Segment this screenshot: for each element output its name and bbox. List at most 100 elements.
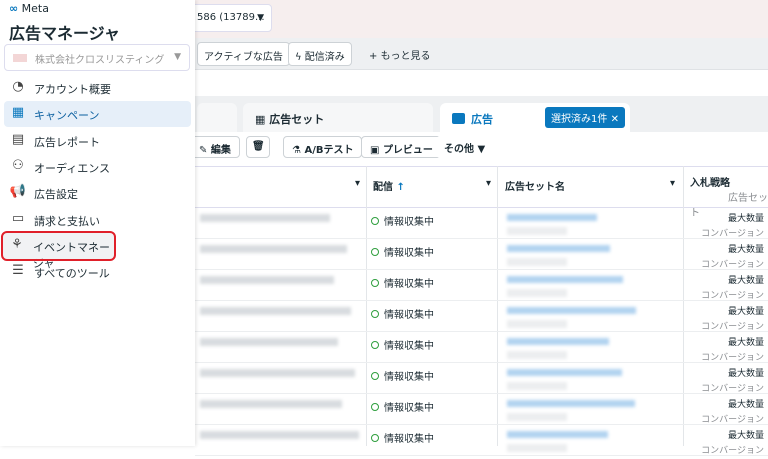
sidebar-item-label: 請求と支払い [34,214,100,228]
adset-sub-redacted [507,444,567,452]
adset-name-link[interactable] [507,338,609,345]
bid-strategy: 最大数量 コンバージョン [701,212,764,242]
adset-name-link[interactable] [507,214,597,221]
sidebar-item-label: 広告レポート [34,135,100,149]
status-label: 情報収集中 [384,403,434,414]
account-name: 株式会社クロスリスティング [35,55,165,66]
sidebar-item[interactable]: ▦ キャンペーン [4,101,191,128]
adset-name-link[interactable] [507,307,636,314]
meta-logo: ∞ Meta [9,2,49,15]
bid-strategy: 最大数量 コンバージョン [701,398,764,428]
account-selector[interactable]: 586 (13789... ▼ [190,4,272,32]
delivery-status: 情報収集中 [371,430,434,445]
adset-name-link[interactable] [507,400,635,407]
events-icon: ⚘ [11,236,23,252]
account-dropdown[interactable]: 株式会社クロスリスティング ▼ [4,44,190,71]
tab-adset-label: 広告セット [269,113,325,126]
bid-label: 入札戦略 [690,178,730,189]
sidebar-item[interactable]: ◔ アカウント概要 [4,75,191,101]
bid-strategy: 最大数量 コンバージョン [701,336,764,366]
account-logo [13,54,27,62]
sidebar-item-label: オーディエンス [34,161,111,175]
filter-delivered[interactable]: ϟ 配信済み [288,42,352,66]
adset-name-link[interactable] [507,276,623,283]
column-delivery[interactable]: 配信 ↑ [373,178,405,193]
bid-value: 最大数量 [727,307,764,317]
top-header [195,0,768,38]
table-row[interactable]: 情報収集中 最大数量 コンバージョン [195,394,768,425]
other-label: その他 [444,144,474,155]
account-id: 586 (13789... [197,12,265,23]
sidebar-item[interactable]: ▭ 請求と支払い [4,207,191,233]
ab-test-label: A/Bテスト [304,145,354,156]
sidebar-item[interactable]: ▤ 広告レポート [4,128,191,154]
bid-strategy: 最大数量 コンバージョン [701,274,764,304]
adset-name-link[interactable] [507,431,608,438]
delivery-status: 情報収集中 [371,337,434,352]
tab-campaign[interactable] [197,103,237,133]
adset-name-link[interactable] [507,245,610,252]
sidebar-item[interactable]: 📢 広告設定 [4,180,191,206]
sidebar-item[interactable]: ⚘ イベントマネージャ [1,230,116,270]
delete-button[interactable]: 🗑 [246,136,270,158]
sort-up-icon: ↑ [396,182,405,193]
tab-adset[interactable]: ▦ 広告セット [243,103,433,133]
filter-active-ads[interactable]: アクティブな広告 [197,42,290,66]
selected-badge[interactable]: 選択済み1件 ✕ [545,107,625,128]
bid-sub: コンバージョン [701,322,764,332]
column-adset-name[interactable]: 広告セット名 [505,178,565,193]
preview-icon: ▣ [370,145,383,156]
name-sort-caret-icon[interactable]: ▾ [355,178,360,189]
sidebar: ∞ Meta 広告マネージャ 株式会社クロスリスティング ▼ ◔ アカウント概要 ▦ キ… [0,0,195,446]
status-label: 情報収集中 [384,217,434,228]
preview-button[interactable]: ▣ プレビュー [361,136,442,158]
table-row[interactable]: 情報収集中 最大数量 コンバージョン [195,363,768,394]
tab-ad[interactable]: 広告 選択済み1件 ✕ [440,103,630,133]
adset-sub-redacted [507,382,567,390]
gauge-icon: ◔ [12,79,24,94]
bid-sub: コンバージョン [701,353,764,363]
edit-button[interactable]: ✎ 編集 [190,136,240,158]
table-row[interactable]: 情報収集中 最大数量 コンバージョン [195,332,768,363]
sidebar-item[interactable]: ⚇ オーディエンス [4,154,191,180]
status-dot-icon [371,248,379,256]
table-row[interactable]: 情報収集中 最大数量 コンバージョン [195,208,768,239]
plus-icon: + [369,51,381,62]
sidebar-item-label: アカウント概要 [34,83,111,96]
ad-name-redacted [200,245,347,253]
status-dot-icon [371,434,379,442]
bid-sub: コンバージョン [701,384,764,394]
delivery-caret-icon[interactable]: ▾ [486,178,491,189]
more-button[interactable]: + もっと見る [363,42,437,66]
ad-name-redacted [200,400,342,408]
ad-name-redacted [200,276,334,284]
adset-sub-redacted [507,351,567,359]
status-label: 情報収集中 [384,279,434,290]
bid-value: 最大数量 [727,400,764,410]
table-row[interactable]: 情報収集中 最大数量 コンバージョン [195,239,768,270]
delivery-status: 情報収集中 [371,213,434,228]
bid-sub: コンバージョン [701,260,764,270]
table-row[interactable]: 情報収集中 最大数量 コンバージョン [195,270,768,301]
bid-strategy: 最大数量 コンバージョン [701,429,764,459]
bid-strategy: 最大数量 コンバージョン [701,243,764,273]
ab-test-button[interactable]: ⚗ A/Bテスト [283,136,363,158]
sidebar-item[interactable]: ☰ すべてのツール [4,259,191,285]
selected-label: 選択済み1件 [551,114,608,125]
other-button[interactable]: その他 ▼ [436,136,494,158]
close-icon[interactable]: ✕ [611,114,619,125]
status-dot-icon [371,403,379,411]
table-row[interactable]: 情報収集中 最大数量 コンバージョン [195,301,768,332]
bid-value: 最大数量 [727,214,764,224]
ad-name-redacted [200,431,359,439]
adset-name-link[interactable] [507,369,622,376]
status-label: 情報収集中 [384,372,434,383]
adset-sub-redacted [507,289,567,297]
table-row[interactable]: 情報収集中 最大数量 コンバージョン [195,425,768,456]
brand: Meta [21,2,49,15]
status-label: 情報収集中 [384,434,434,445]
delivery-status: 情報収集中 [371,244,434,259]
adset-caret-icon[interactable]: ▾ [670,178,675,189]
caret-down-icon: ▼ [174,52,181,62]
adset-sub-redacted [507,413,567,421]
